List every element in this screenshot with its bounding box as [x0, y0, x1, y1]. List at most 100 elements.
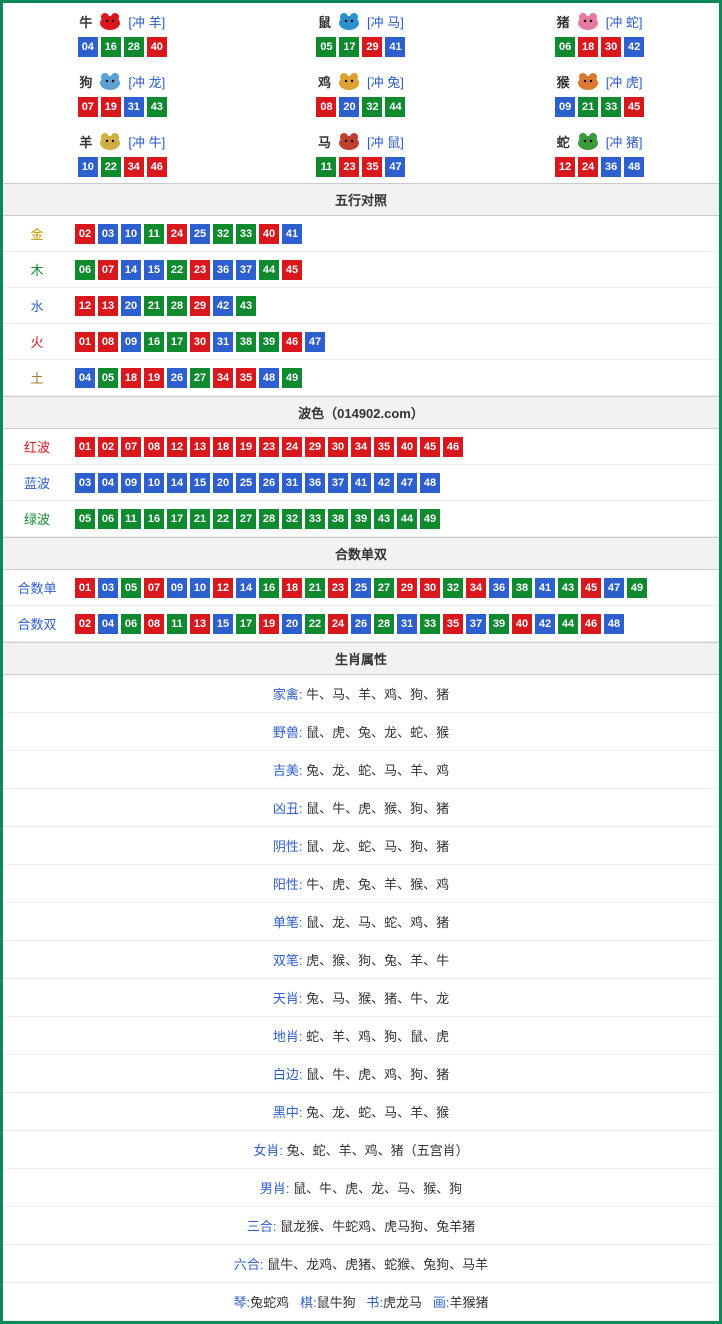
- number-ball: 22: [167, 260, 187, 280]
- number-ball: 23: [259, 437, 279, 457]
- number-ball: 28: [259, 509, 279, 529]
- number-ball: 24: [282, 437, 302, 457]
- number-ball: 10: [190, 578, 210, 598]
- row-label: 合数双: [3, 606, 71, 642]
- number-ball: 47: [385, 157, 405, 177]
- attrs-list: 家禽: 牛、马、羊、鸡、狗、猪野兽: 鼠、虎、兔、龙、蛇、猴吉美: 兔、龙、蛇、…: [3, 675, 719, 1283]
- number-ball: 21: [190, 509, 210, 529]
- rooster-icon: [333, 69, 365, 93]
- number-ball: 11: [167, 614, 187, 634]
- attr-row: 吉美: 兔、龙、蛇、马、羊、鸡: [3, 751, 719, 789]
- number-ball: 08: [316, 97, 336, 117]
- table-row: 水1213202128294243: [3, 288, 719, 324]
- number-ball: 41: [282, 224, 302, 244]
- row-label: 蓝波: [3, 465, 71, 501]
- number-ball: 48: [604, 614, 624, 634]
- number-ball: 40: [397, 437, 417, 457]
- attr-val: 兔、马、猴、猪、牛、龙: [306, 991, 449, 1006]
- number-ball: 14: [121, 260, 141, 280]
- attr-key: 凶丑:: [273, 801, 303, 816]
- number-ball: 05: [121, 578, 141, 598]
- rat-icon: [333, 9, 365, 33]
- number-ball: 32: [443, 578, 463, 598]
- number-ball: 20: [282, 614, 302, 634]
- attr-row: 家禽: 牛、马、羊、鸡、狗、猪: [3, 675, 719, 713]
- number-ball: 35: [443, 614, 463, 634]
- section-header-heshu: 合数单双: [3, 537, 719, 570]
- number-ball: 12: [75, 296, 95, 316]
- number-ball: 22: [213, 509, 233, 529]
- zodiac-cell: 牛[冲 羊]04162840: [3, 3, 242, 63]
- heshu-table: 合数单0103050709101214161821232527293032343…: [3, 570, 719, 642]
- number-ball: 10: [78, 157, 98, 177]
- number-ball: 18: [213, 437, 233, 457]
- row-balls: 04051819262734354849: [71, 360, 719, 396]
- number-ball: 31: [124, 97, 144, 117]
- zodiac-name: 羊: [79, 132, 92, 151]
- number-ball: 29: [305, 437, 325, 457]
- table-row: 木06071415222336374445: [3, 252, 719, 288]
- goat-icon: [94, 129, 126, 153]
- zodiac-name: 鸡: [318, 72, 331, 91]
- number-ball: 06: [121, 614, 141, 634]
- attr-val: 鼠、龙、马、蛇、鸡、猪: [306, 915, 449, 930]
- attr-val: 鼠、牛、虎、猴、狗、猪: [306, 801, 449, 816]
- wuxing-table: 金02031011242532334041木060714152223363744…: [3, 216, 719, 396]
- attr-row: 女肖: 兔、蛇、羊、鸡、猪（五宫肖）: [3, 1131, 719, 1169]
- number-ball: 06: [75, 260, 95, 280]
- number-ball: 08: [144, 437, 164, 457]
- zodiac-name: 牛: [79, 12, 92, 31]
- zodiac-conflict: [冲 猪]: [606, 132, 643, 151]
- attr-row: 黑中: 兔、龙、蛇、马、羊、猴: [3, 1093, 719, 1131]
- number-ball: 45: [420, 437, 440, 457]
- attr-key: 单笔:: [273, 915, 303, 930]
- number-ball: 36: [489, 578, 509, 598]
- number-ball: 49: [282, 368, 302, 388]
- four-arts-row: 琴:兔蛇鸡 棋:鼠牛狗 书:虎龙马 画:羊猴猪: [3, 1283, 719, 1321]
- number-ball: 38: [236, 332, 256, 352]
- number-ball: 24: [167, 224, 187, 244]
- number-ball: 44: [558, 614, 578, 634]
- number-ball: 31: [397, 614, 417, 634]
- number-ball: 35: [236, 368, 256, 388]
- number-ball: 11: [316, 157, 336, 177]
- number-ball: 40: [147, 37, 167, 57]
- attr-key: 吉美:: [273, 763, 303, 778]
- number-ball: 33: [420, 614, 440, 634]
- number-ball: 46: [443, 437, 463, 457]
- number-ball: 05: [75, 509, 95, 529]
- number-ball: 13: [190, 614, 210, 634]
- horse-icon: [333, 129, 365, 153]
- number-ball: 29: [397, 578, 417, 598]
- number-ball: 25: [190, 224, 210, 244]
- row-label: 木: [3, 252, 71, 288]
- attr-key: 野兽:: [273, 725, 303, 740]
- number-ball: 47: [397, 473, 417, 493]
- number-ball: 04: [98, 614, 118, 634]
- zodiac-name: 狗: [79, 72, 92, 91]
- four-arts-val: 虎龙马: [383, 1295, 422, 1310]
- number-ball: 04: [98, 473, 118, 493]
- row-label: 火: [3, 324, 71, 360]
- number-ball: 06: [98, 509, 118, 529]
- number-ball: 14: [167, 473, 187, 493]
- number-ball: 28: [374, 614, 394, 634]
- number-ball: 19: [236, 437, 256, 457]
- number-ball: 03: [98, 578, 118, 598]
- zodiac-cell: 猴[冲 虎]09213345: [480, 63, 719, 123]
- number-ball: 36: [601, 157, 621, 177]
- number-ball: 11: [121, 509, 141, 529]
- number-ball: 42: [374, 473, 394, 493]
- number-ball: 37: [328, 473, 348, 493]
- attr-val: 蛇、羊、鸡、狗、鼠、虎: [306, 1029, 449, 1044]
- four-arts-key: 棋:: [300, 1295, 317, 1310]
- number-ball: 32: [213, 224, 233, 244]
- pig-icon: [572, 9, 604, 33]
- zodiac-conflict: [冲 兔]: [367, 72, 404, 91]
- row-balls: 02031011242532334041: [71, 216, 719, 252]
- number-ball: 47: [604, 578, 624, 598]
- number-ball: 25: [351, 578, 371, 598]
- number-ball: 30: [601, 37, 621, 57]
- number-ball: 30: [420, 578, 440, 598]
- number-ball: 48: [420, 473, 440, 493]
